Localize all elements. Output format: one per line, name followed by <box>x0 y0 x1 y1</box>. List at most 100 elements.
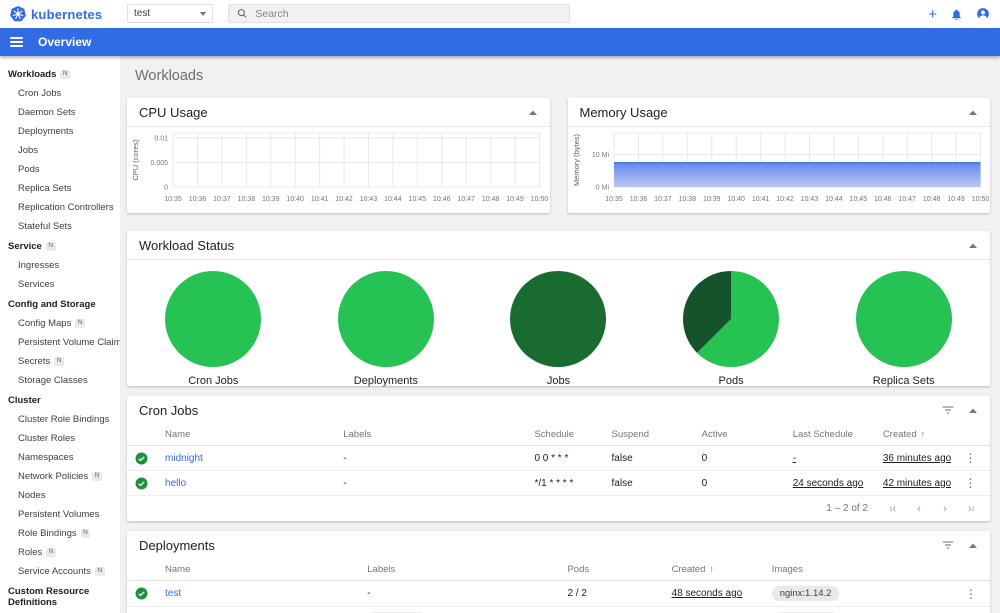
relative-time[interactable]: 42 minutes ago <box>883 478 951 489</box>
column-header-empty <box>127 424 158 446</box>
notifications-button[interactable] <box>950 8 963 21</box>
relative-time[interactable]: - <box>793 453 796 464</box>
search-input[interactable] <box>255 7 561 20</box>
row-menu-button[interactable]: ⋮ <box>959 451 982 465</box>
collapse-cron-jobs-button[interactable] <box>968 407 978 414</box>
cpu-usage-chart: 10:35 10:36 10:37 10:38 10:39 10:40 10:41 10:42… <box>131 132 548 203</box>
collapse-cpu-button[interactable] <box>528 109 538 116</box>
column-header-name[interactable]: Name <box>157 424 336 446</box>
sidebar-item-replica-sets[interactable]: Replica Sets <box>0 179 120 198</box>
svg-text:10:48: 10:48 <box>922 196 940 203</box>
namespaced-badge: N <box>75 319 86 328</box>
column-header-active[interactable]: Active <box>693 424 785 446</box>
text-cell: 0 <box>693 470 785 496</box>
sidebar-item-service-accounts[interactable]: Service Accounts N <box>0 562 120 581</box>
row-menu-button[interactable]: ⋮ <box>959 476 982 490</box>
filter-cron-jobs-button[interactable] <box>942 405 954 415</box>
column-header-pods[interactable]: Pods <box>559 559 664 581</box>
collapse-memory-button[interactable] <box>968 109 978 116</box>
cpu-usage-card: CPU Usage 10:35 10:36 10:37 10:38 10:39 10:40… <box>127 98 550 213</box>
sidebar-item-pods[interactable]: Pods <box>0 160 120 179</box>
main-content: Workloads CPU Usage 10:35 10:36 10:37 10:38… <box>120 56 1000 613</box>
sidebar-item-roles[interactable]: Roles N <box>0 543 120 562</box>
status-cell <box>127 580 158 607</box>
sidebar-item-jobs[interactable]: Jobs <box>0 141 120 160</box>
sidebar-item-namespaces[interactable]: Namespaces <box>0 448 120 467</box>
next-page-button[interactable] <box>940 504 950 514</box>
plus-icon: + <box>928 5 937 23</box>
sidebar-item-cluster-roles[interactable]: Cluster Roles <box>0 429 120 448</box>
pie-chart-pods <box>683 271 780 367</box>
namespaced-badge: N <box>45 242 56 251</box>
create-button[interactable]: + <box>928 7 937 22</box>
svg-text:10:40: 10:40 <box>286 196 304 203</box>
column-header-name[interactable]: Name <box>157 559 360 581</box>
column-header-schedule[interactable]: Schedule <box>526 424 604 446</box>
chip-cell: nginx:1.14.2 <box>763 606 952 613</box>
status-cell <box>127 606 158 613</box>
workload-status-title: Workload Status <box>139 237 235 253</box>
svg-text:Memory (bytes): Memory (bytes) <box>572 133 581 186</box>
sidebar-item-stateful-sets[interactable]: Stateful Sets <box>0 217 120 236</box>
svg-text:10:44: 10:44 <box>384 196 402 203</box>
sidebar-item-persistent-volume-claims[interactable]: Persistent Volume ClaimsN <box>0 333 120 352</box>
first-page-icon <box>890 506 896 511</box>
workload-status-item-jobs: Jobs <box>472 271 645 387</box>
sidebar-item-network-policies[interactable]: Network Policies N <box>0 467 120 486</box>
sidebar-item-services[interactable]: Services <box>0 275 120 294</box>
sidebar-item-cron-jobs[interactable]: Cron Jobs <box>0 84 120 103</box>
collapse-deployments-button[interactable] <box>968 542 978 549</box>
namespace-select[interactable]: test <box>127 4 213 23</box>
column-header-images[interactable]: Images <box>763 559 952 581</box>
menu-button[interactable] <box>10 37 23 47</box>
text-cell: 0 0 * * * <box>526 445 604 471</box>
column-header-labels[interactable]: Labels <box>359 559 560 581</box>
chevron-left-icon <box>917 506 921 511</box>
time-cell: - <box>784 445 875 471</box>
resource-link-hello[interactable]: hello <box>165 478 186 489</box>
namespace-value: test <box>134 8 151 19</box>
relative-time[interactable]: 36 minutes ago <box>883 453 951 464</box>
resource-link-test[interactable]: test <box>165 588 181 599</box>
account-circle-icon <box>977 8 989 20</box>
column-header-labels[interactable]: Labels <box>335 424 527 446</box>
row-menu-button[interactable]: ⋮ <box>960 587 982 601</box>
app-bar: Overview <box>0 28 1000 56</box>
sidebar-item-replication-controllers[interactable]: Replication Controllers <box>0 198 120 217</box>
column-header-suspend[interactable]: Suspend <box>603 424 694 446</box>
filter-deployments-button[interactable] <box>942 540 954 550</box>
relative-time[interactable]: 48 seconds ago <box>672 588 743 599</box>
column-header-created[interactable]: Created ↑ <box>874 424 951 446</box>
sidebar-section-cluster: Cluster <box>8 395 41 406</box>
page-title: Workloads <box>135 68 204 84</box>
previous-page-button[interactable] <box>914 504 924 514</box>
sidebar-item-daemon-sets[interactable]: Daemon Sets <box>0 103 120 122</box>
namespaced-badge: N <box>94 567 105 576</box>
sidebar-item-role-bindings[interactable]: Role Bindings N <box>0 524 120 543</box>
last-page-button[interactable] <box>966 504 976 514</box>
sort-ascending-icon: ↑ <box>709 564 714 574</box>
sidebar-item-cluster-role-bindings[interactable]: Cluster Role Bindings <box>0 410 120 429</box>
sidebar-item-persistent-volumes[interactable]: Persistent Volumes <box>0 505 120 524</box>
sidebar-item-config-maps[interactable]: Config Maps N <box>0 314 120 333</box>
resource-link-midnight[interactable]: midnight <box>165 453 203 464</box>
search-bar[interactable] <box>228 4 570 23</box>
svg-text:10:37: 10:37 <box>213 196 231 203</box>
sidebar-item-storage-classes[interactable]: Storage Classes <box>0 371 120 390</box>
relative-time[interactable]: 24 seconds ago <box>793 478 864 489</box>
column-header-last-schedule[interactable]: Last Schedule <box>784 424 875 446</box>
kubernetes-logo[interactable]: kubernetes <box>10 0 102 28</box>
column-header-created[interactable]: Created ↑ <box>663 559 764 581</box>
sidebar-item-secrets[interactable]: Secrets N <box>0 352 120 371</box>
account-button[interactable] <box>976 7 990 21</box>
first-page-button[interactable] <box>888 504 898 514</box>
sidebar-item-nodes[interactable]: Nodes <box>0 486 120 505</box>
text-cell: */1 * * * * <box>526 470 604 496</box>
last-page-icon <box>968 506 974 511</box>
sidebar-item-deployments[interactable]: Deployments <box>0 122 120 141</box>
menu-cell: ⋮ <box>951 606 990 613</box>
svg-text:10:47: 10:47 <box>457 196 475 203</box>
table-header-row: Name Labels Pods Created ↑ Images <box>127 559 990 581</box>
collapse-workload-status-button[interactable] <box>968 242 978 249</box>
sidebar-item-ingresses[interactable]: Ingresses <box>0 256 120 275</box>
